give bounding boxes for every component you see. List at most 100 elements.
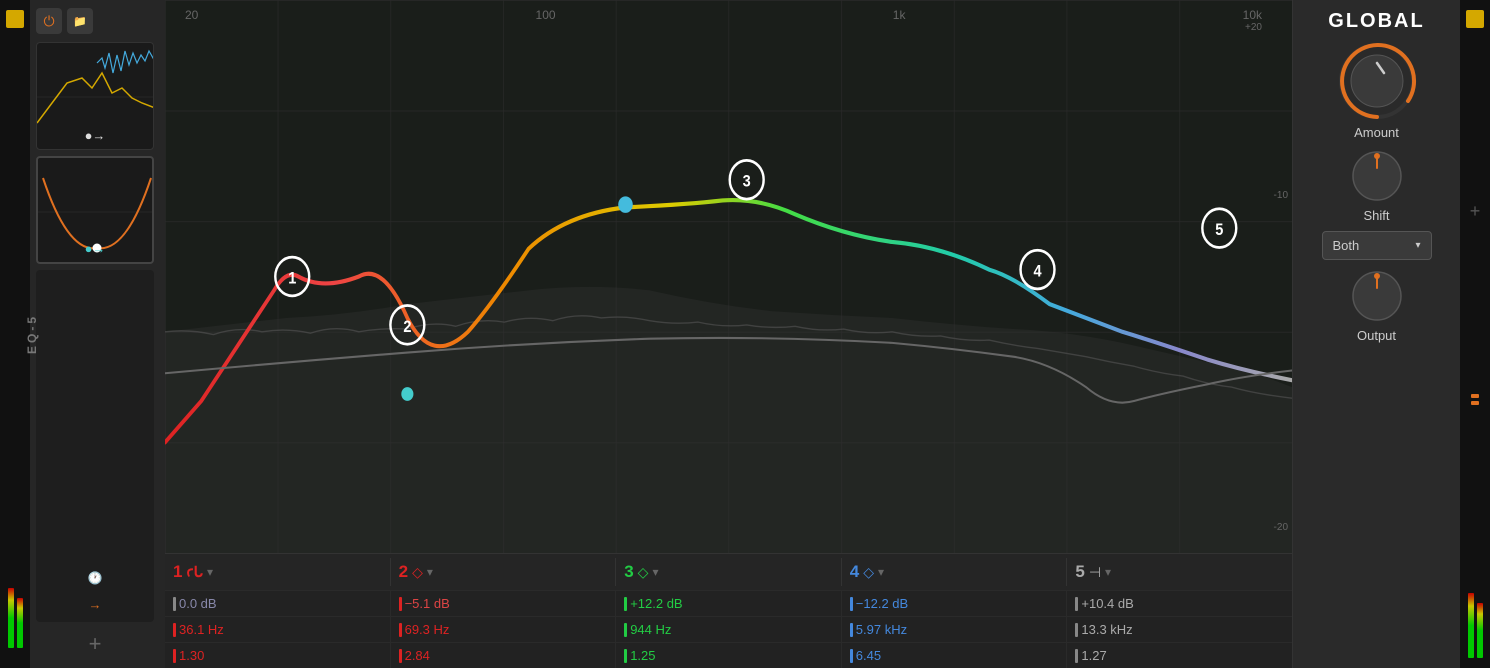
band-4-gain-cell: −12.2 dB [842, 591, 1068, 616]
band-4-freq-cell: 5.97 kHz [842, 617, 1068, 642]
add-panel-button[interactable]: + [36, 628, 154, 660]
band-5-gain-cell: +10.4 dB [1067, 591, 1292, 616]
band-2-q: 2.84 [405, 648, 430, 663]
svg-text:3: 3 [743, 173, 751, 191]
band-1-icon: ꜥᒐ [186, 563, 203, 581]
right-strip: + [1460, 0, 1490, 668]
band-5-q: 1.27 [1081, 648, 1106, 663]
svg-text:2: 2 [403, 318, 411, 336]
band-1-num: 1 [173, 562, 182, 582]
band-5-dropdown[interactable]: ▾ [1105, 565, 1111, 579]
band-2-num: 2 [399, 562, 408, 582]
gain-row: 0.0 dB −5.1 dB +12.2 dB −12.2 dB +10.4 d… [165, 590, 1292, 616]
band-1-type: 1 ꜥᒐ ▾ [165, 558, 391, 586]
power-button[interactable]: ⏻ [36, 8, 62, 34]
folder-button[interactable]: 📁 [67, 8, 93, 34]
band-1-freq-cell: 36.1 Hz [165, 617, 391, 642]
output-knob[interactable] [1349, 268, 1405, 324]
shift-knob[interactable] [1349, 148, 1405, 204]
band-3-freq-cell: 944 Hz [616, 617, 842, 642]
band-1-q-cell: 1.30 [165, 643, 391, 668]
both-dropdown-arrow: ▾ [1415, 240, 1420, 251]
band-4-icon: ◇ [863, 564, 874, 581]
shift-knob-container: Shift [1349, 148, 1405, 223]
right-add-btn[interactable]: + [1470, 201, 1481, 222]
amount-knob[interactable] [1337, 41, 1417, 121]
band-4-type: 4 ◇ ▾ [842, 558, 1068, 586]
band-4-freq: 5.97 kHz [856, 622, 907, 637]
left-indicator-square [6, 10, 24, 28]
band-3-q: 1.25 [630, 648, 655, 663]
left-strip [0, 0, 30, 668]
band-1-dropdown[interactable]: ▾ [207, 565, 213, 579]
output-arrow[interactable]: → [89, 597, 102, 612]
q-row: 1.30 2.84 1.25 6.45 1.27 [165, 642, 1292, 668]
right-orange-indicators [1471, 394, 1479, 405]
band-4-q: 6.45 [856, 648, 881, 663]
band-2-freq: 69.3 Hz [405, 622, 450, 637]
right-indicator-square [1466, 10, 1484, 28]
global-title: GLOBAL [1301, 10, 1452, 33]
shift-label: Shift [1363, 208, 1389, 223]
band-4-dropdown[interactable]: ▾ [878, 565, 884, 579]
svg-text:5: 5 [1215, 221, 1223, 239]
band-2-type: 2 ◇ ▾ [391, 558, 617, 586]
left-meter-bar [8, 588, 14, 648]
band-5-num: 5 [1075, 562, 1084, 582]
band-4-freq-indicator [850, 623, 853, 637]
band-3-dropdown[interactable]: ▾ [652, 565, 658, 579]
band-5-icon: ⊣ [1089, 564, 1101, 581]
band-5-gain-indicator [1075, 597, 1078, 611]
band-4-q-indicator [850, 649, 853, 663]
amount-label: Amount [1354, 125, 1399, 140]
amount-knob-container: Amount [1337, 41, 1417, 140]
band-2-dropdown[interactable]: ▾ [427, 565, 433, 579]
band-4-gain: −12.2 dB [856, 596, 908, 611]
svg-text:4: 4 [1033, 263, 1041, 281]
band-3-freq: 944 Hz [630, 622, 671, 637]
eq-svg: 1 2 3 4 5 [165, 0, 1292, 553]
band-4-gain-indicator [850, 597, 853, 611]
right-meters [1468, 578, 1483, 658]
mini-display-2: ●→ [36, 156, 154, 264]
band-3-q-indicator [624, 649, 627, 663]
band-1-freq-indicator [173, 623, 176, 637]
eq-main-area: 20 100 1k 10k+20 -10 -20 [165, 0, 1292, 668]
band-3-gain-indicator [624, 597, 627, 611]
band-5-gain: +10.4 dB [1081, 596, 1133, 611]
band-2-gain-cell: −5.1 dB [391, 591, 617, 616]
band-4-q-cell: 6.45 [842, 643, 1068, 668]
band-1-freq: 36.1 Hz [179, 622, 224, 637]
shift-knob-svg [1349, 148, 1405, 204]
freq-row: 36.1 Hz 69.3 Hz 944 Hz 5.97 kHz 13.3 kHz [165, 616, 1292, 642]
band-3-gain: +12.2 dB [630, 596, 682, 611]
amount-knob-svg [1337, 41, 1417, 121]
band-5-freq-indicator [1075, 623, 1078, 637]
band-3-icon: ◇ [638, 564, 649, 581]
mini-display-1-arrow[interactable]: ●→ [85, 128, 106, 143]
sidebar-toolbar: ⏻ 📁 [36, 8, 159, 34]
eq-display: 20 100 1k 10k+20 -10 -20 [165, 0, 1292, 553]
band-1-q: 1.30 [179, 648, 204, 663]
band-5-q-cell: 1.27 [1067, 643, 1292, 668]
both-label: Both [1333, 238, 1360, 253]
band-3-num: 3 [624, 562, 633, 582]
band-3-q-cell: 1.25 [616, 643, 842, 668]
mini-display-2-arrow[interactable]: ●→ [85, 241, 106, 256]
band-3-type: 3 ◇ ▾ [616, 558, 842, 586]
band-3-gain-cell: +12.2 dB [616, 591, 842, 616]
band-1-gain-indicator [173, 597, 176, 611]
main-container: EQ-5 ⏻ 📁 ●→ [0, 0, 1490, 668]
band-2-freq-indicator [399, 623, 402, 637]
band-2-icon: ◇ [412, 564, 423, 581]
band-5-freq-cell: 13.3 kHz [1067, 617, 1292, 642]
band-2-gain-indicator [399, 597, 402, 611]
mini-display-1: ●→ [36, 42, 154, 150]
right-global-panel: GLOBAL Amount [1292, 0, 1460, 668]
band-5-q-indicator [1075, 649, 1078, 663]
band-1-gain-cell: 0.0 dB [165, 591, 391, 616]
sidebar: EQ-5 ⏻ 📁 ●→ [30, 0, 165, 668]
band-1-q-indicator [173, 649, 176, 663]
both-dropdown[interactable]: Both ▾ [1322, 231, 1432, 260]
band-4-num: 4 [850, 562, 859, 582]
